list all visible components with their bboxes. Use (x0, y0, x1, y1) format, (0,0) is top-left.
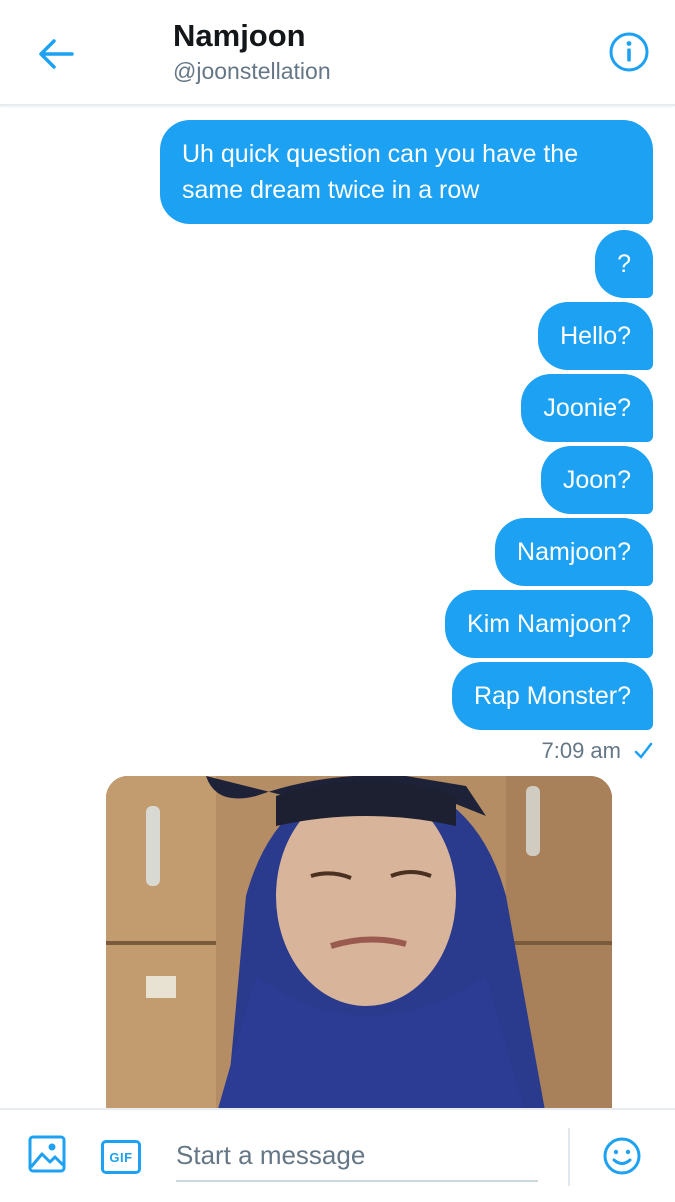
message-bubble[interactable]: Hello? (538, 302, 653, 370)
message-bubble[interactable]: Uh quick question can you have the same … (160, 120, 653, 224)
back-arrow-icon (39, 39, 74, 69)
emoji-icon (603, 1137, 641, 1175)
message-composer: GIF (0, 1108, 675, 1202)
add-photo-button[interactable] (28, 1134, 66, 1174)
message-bubble[interactable]: Kim Namjoon? (445, 590, 653, 658)
message-input[interactable] (176, 1130, 538, 1182)
message-bubble[interactable]: Rap Monster? (451, 662, 653, 730)
message-bubble[interactable]: ? (595, 230, 653, 298)
timestamp-text: 7:09 am (541, 738, 622, 763)
message-bubble[interactable]: Joon? (540, 446, 653, 514)
contact-handle: @joonstellation (173, 58, 331, 84)
message-timestamp: 7:09 am (542, 738, 654, 764)
emoji-button[interactable] (602, 1136, 642, 1176)
sent-check-icon (633, 741, 653, 761)
image-icon (28, 1135, 66, 1173)
gif-button[interactable]: GIF (101, 1140, 141, 1174)
photo-image (106, 776, 612, 1108)
gif-icon: GIF (109, 1149, 133, 1165)
back-button[interactable] (36, 34, 76, 74)
message-bubble[interactable]: Namjoon? (495, 518, 653, 586)
message-bubble[interactable]: Joonie? (521, 374, 653, 442)
conversation-title[interactable]: Namjoon @joonstellation (173, 18, 331, 86)
info-icon (609, 32, 649, 72)
conversation-header: Namjoon @joonstellation (0, 0, 675, 106)
composer-divider (568, 1128, 570, 1186)
message-thread[interactable]: Uh quick question can you have the same … (0, 104, 675, 1108)
conversation-info-button[interactable] (607, 30, 651, 74)
contact-name: Namjoon (173, 18, 306, 53)
received-photo[interactable] (106, 776, 612, 1108)
